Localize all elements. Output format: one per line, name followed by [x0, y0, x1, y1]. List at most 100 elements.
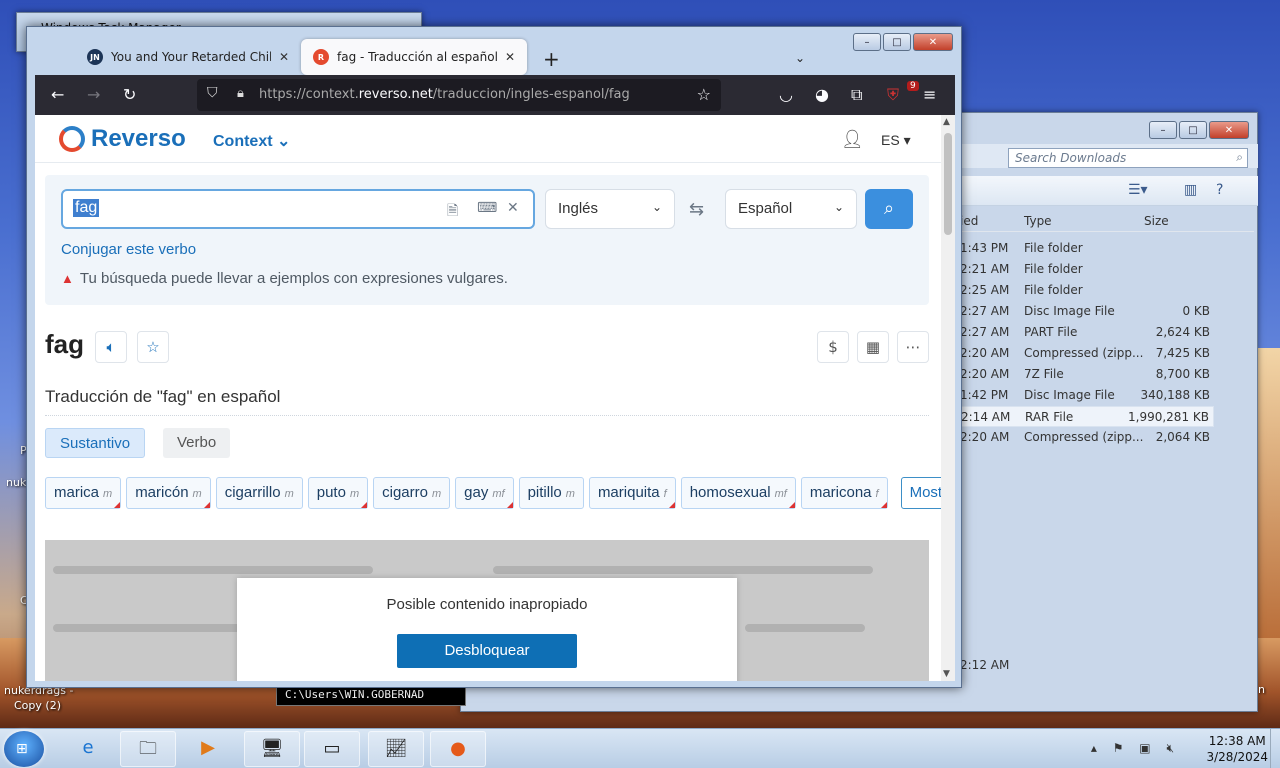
dollar-icon[interactable]: $ [817, 331, 849, 363]
translation-chip[interactable]: puto m [307, 477, 369, 509]
view-options-icon[interactable]: ☰▾ [1128, 182, 1148, 198]
file-row[interactable]: 2:14 AM RAR File 1,990,281 KB [960, 406, 1214, 427]
preview-pane-icon[interactable]: ▥ [1184, 182, 1197, 198]
speaker-icon[interactable]: 🔈︎ [95, 331, 127, 363]
file-row[interactable]: 2:25 AM File folder [960, 280, 1214, 301]
system-tray-icons[interactable]: ▴ ⚑ ▣ 🔇︎ [1091, 741, 1180, 756]
minimize-button[interactable]: – [1149, 121, 1177, 139]
desktop-icon-label[interactable]: nuk [6, 476, 26, 490]
account-circle-icon[interactable]: ◕ [815, 85, 829, 104]
maximize-button[interactable]: □ [1179, 121, 1207, 139]
show-more-button[interactable]: Mostrar más [900, 477, 941, 509]
back-arrow-icon[interactable]: ← [51, 85, 64, 104]
more-options-icon[interactable]: ⋯ [897, 331, 929, 363]
translation-chip[interactable]: marica m [45, 477, 122, 509]
internet-explorer-icon[interactable]: e [60, 731, 116, 767]
hamburger-menu-icon[interactable]: ≡ [923, 85, 936, 104]
search-input[interactable]: fag 🗎 ⌨ ✕ [61, 189, 535, 229]
file-row[interactable]: 2:21 AM File folder [960, 259, 1214, 280]
translation-chip[interactable]: maricón m [126, 477, 211, 509]
page-scrollbar[interactable]: ▲ ▼ [941, 115, 955, 681]
gender-tag: m [103, 488, 113, 500]
media-player-icon[interactable]: ▶ [180, 731, 236, 767]
user-icon[interactable]: 👤︎ [841, 129, 864, 150]
document-search-icon[interactable]: 🗎 [447, 200, 458, 224]
lock-icon[interactable]: 🔒︎ [237, 86, 244, 101]
scroll-up-icon[interactable]: ▲ [943, 117, 950, 127]
file-row[interactable]: 1:42 PM Disc Image File 340,188 KB [960, 385, 1214, 406]
column-date-modified[interactable]: ied [960, 214, 978, 228]
maximize-button[interactable]: □ [883, 33, 911, 51]
search-button[interactable]: ⌕ [865, 189, 913, 229]
new-tab-icon[interactable]: + [543, 47, 560, 71]
translation-chip[interactable]: maricona f [800, 477, 888, 509]
extensions-puzzle-icon[interactable]: ⧉ [851, 85, 862, 105]
file-row[interactable]: 1:43 PM File folder [960, 238, 1214, 259]
close-button[interactable]: ✕ [1209, 121, 1249, 139]
show-desktop-button[interactable] [1270, 729, 1280, 768]
close-tab-icon[interactable]: ✕ [279, 50, 289, 64]
url-bar[interactable]: ⛉ 🔒︎ https://context.reverso.net/traducc… [197, 79, 721, 111]
column-size[interactable]: Size [1144, 214, 1169, 228]
desktop-icon-label[interactable]: Copy (2) [14, 699, 61, 713]
translation-chip[interactable]: mariquita f [588, 477, 676, 509]
file-type: Compressed (zipp... [1024, 430, 1144, 444]
ublock-shield-icon[interactable]: ⛨ [887, 85, 899, 105]
file-date: 2:20 AM [960, 367, 1010, 381]
minimize-button[interactable]: – [853, 33, 881, 51]
column-type[interactable]: Type [1024, 214, 1052, 228]
forward-arrow-icon[interactable]: → [87, 85, 100, 104]
tab-reverso[interactable]: R fag - Traducción al español - ej ✕ [301, 39, 528, 75]
list-tabs-chevron-icon[interactable]: ⌄ [795, 51, 805, 65]
translation-chip[interactable]: pitillo m [518, 477, 584, 509]
search-icon: ⌕ [883, 198, 895, 219]
translation-chip[interactable]: gay mf [455, 477, 514, 509]
start-button[interactable]: ⊞ [4, 731, 44, 767]
conjugate-verb-link[interactable]: Conjugar este verbo [61, 241, 196, 258]
file-explorer-icon[interactable]: 🗀 [120, 731, 176, 767]
context-menu-button[interactable]: Context ⌄ [213, 131, 290, 151]
file-row[interactable]: 2:27 AM Disc Image File 0 KB [960, 301, 1214, 322]
unblock-button[interactable]: Desbloquear [397, 634, 577, 668]
keyboard-icon[interactable]: ⌨ [477, 200, 497, 216]
source-language-select[interactable]: Inglés ⌄ [545, 189, 675, 229]
translation-heading: Traducción de "fag" en español [45, 387, 281, 406]
scrollbar-thumb[interactable] [944, 133, 952, 235]
translation-chip[interactable]: cigarrillo m [215, 477, 303, 509]
translation-word: homosexual [689, 484, 771, 501]
firefox-icon[interactable]: ● [430, 731, 486, 767]
file-row[interactable]: 2:20 AM 7Z File 8,700 KB [960, 364, 1214, 385]
pocket-icon[interactable]: ◡ [779, 85, 793, 104]
file-size: 340,188 KB [1140, 388, 1210, 402]
help-icon[interactable]: ? [1216, 182, 1223, 198]
tab-verbo[interactable]: Verbo [163, 428, 231, 458]
clock[interactable]: 12:38 AM 3/28/2024 [1206, 733, 1268, 765]
search-icon[interactable]: ⌕ [1236, 150, 1243, 165]
file-row[interactable]: 2:20 AM Compressed (zipp... 2,064 KB [960, 427, 1214, 448]
clear-icon[interactable]: ✕ [507, 200, 519, 216]
close-tab-icon[interactable]: ✕ [505, 50, 515, 64]
favorite-star-icon[interactable]: ☆ [137, 331, 169, 363]
translation-chip[interactable]: homosexual mf [680, 477, 796, 509]
command-prompt-icon[interactable]: ▭ [304, 731, 360, 767]
file-row[interactable]: 2:20 AM Compressed (zipp... 7,425 KB [960, 343, 1214, 364]
swap-languages-icon[interactable]: ⇆ [689, 199, 704, 220]
file-row[interactable]: 2:27 AM PART File 2,624 KB [960, 322, 1214, 343]
control-panel-icon[interactable]: 🖥︎ [244, 731, 300, 767]
translation-chip[interactable]: cigarro m [373, 477, 451, 509]
interface-language-button[interactable]: ES ▾ [881, 132, 911, 149]
close-button[interactable]: ✕ [913, 33, 953, 51]
tab-sustantivo[interactable]: Sustantivo [45, 428, 146, 458]
gender-tag: m [565, 488, 575, 500]
reload-icon[interactable]: ↻ [123, 85, 136, 104]
target-language-select[interactable]: Español ⌄ [725, 189, 857, 229]
tab-retarded-child[interactable]: JN You and Your Retarded Child: A ✕ [75, 39, 301, 75]
reverso-logo[interactable]: Reverso [59, 125, 186, 153]
gender-tag: f [875, 488, 879, 500]
table-icon[interactable]: ▦ [857, 331, 889, 363]
task-manager-icon[interactable]: 📈︎ [368, 731, 424, 767]
scroll-down-icon[interactable]: ▼ [943, 669, 950, 679]
tracking-shield-icon[interactable]: ⛉ [207, 85, 218, 101]
explorer-search-input[interactable]: Search Downloads ⌕ [1008, 148, 1248, 168]
bookmark-star-icon[interactable]: ☆ [697, 85, 711, 104]
